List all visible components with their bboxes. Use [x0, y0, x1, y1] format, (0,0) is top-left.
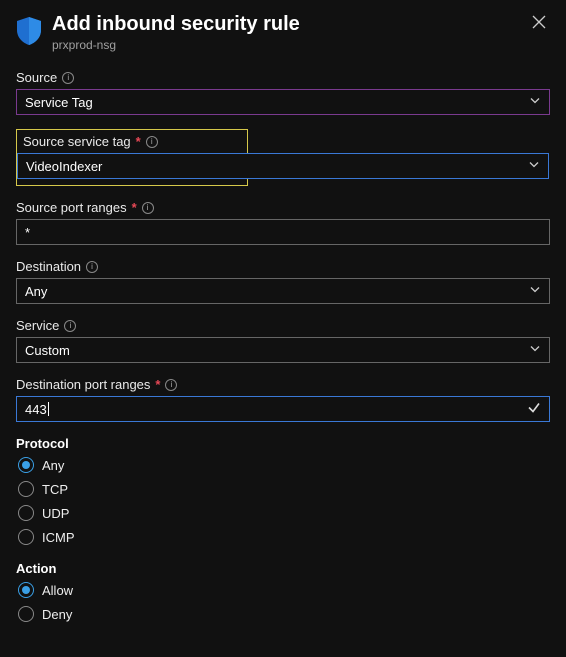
- check-icon: [527, 401, 541, 418]
- radio-label: UDP: [42, 506, 69, 521]
- field-source-port-ranges: Source port ranges * i *: [16, 200, 550, 245]
- panel-subtitle: prxprod-nsg: [52, 38, 518, 52]
- field-service-tag: Source service tag * i VideoIndexer: [16, 129, 550, 186]
- radio-label: Allow: [42, 583, 73, 598]
- radio-label: ICMP: [42, 530, 75, 545]
- radio-circle-icon: [18, 457, 34, 473]
- action-radio-deny[interactable]: Deny: [18, 606, 550, 622]
- field-destination: Destination i Any: [16, 259, 550, 304]
- protocol-radio-any[interactable]: Any: [18, 457, 550, 473]
- radio-label: Any: [42, 458, 64, 473]
- protocol-radio-udp[interactable]: UDP: [18, 505, 550, 521]
- panel-header: Add inbound security rule prxprod-nsg: [16, 12, 550, 52]
- info-icon[interactable]: i: [142, 202, 154, 214]
- info-icon[interactable]: i: [165, 379, 177, 391]
- required-marker: *: [155, 377, 160, 392]
- label-source: Source: [16, 70, 57, 85]
- panel-title: Add inbound security rule: [52, 12, 518, 36]
- section-action: Action Allow Deny: [16, 561, 550, 622]
- highlight-box: Source service tag * i VideoIndexer: [16, 129, 248, 186]
- protocol-radio-group: Any TCP UDP ICMP: [16, 457, 550, 545]
- destination-select[interactable]: Any: [16, 278, 550, 304]
- label-protocol: Protocol: [16, 436, 550, 451]
- label-dest-port-ranges: Destination port ranges: [16, 377, 150, 392]
- label-service: Service: [16, 318, 59, 333]
- chevron-down-icon: [529, 95, 541, 110]
- chevron-down-icon: [529, 284, 541, 299]
- chevron-down-icon: [529, 343, 541, 358]
- protocol-radio-tcp[interactable]: TCP: [18, 481, 550, 497]
- section-protocol: Protocol Any TCP UDP ICMP: [16, 436, 550, 545]
- chevron-down-icon: [528, 159, 540, 174]
- radio-circle-icon: [18, 505, 34, 521]
- dest-port-ranges-value: 443: [25, 402, 47, 417]
- field-dest-port-ranges: Destination port ranges * i 443: [16, 377, 550, 422]
- service-tag-value: VideoIndexer: [26, 159, 102, 174]
- service-tag-select[interactable]: VideoIndexer: [17, 153, 549, 179]
- field-source: Source i Service Tag: [16, 70, 550, 115]
- source-port-ranges-input[interactable]: *: [16, 219, 550, 245]
- action-radio-group: Allow Deny: [16, 582, 550, 622]
- radio-circle-icon: [18, 481, 34, 497]
- text-caret: [48, 402, 49, 416]
- source-port-ranges-value: *: [25, 225, 30, 240]
- source-select[interactable]: Service Tag: [16, 89, 550, 115]
- label-action: Action: [16, 561, 550, 576]
- shield-icon: [16, 16, 42, 49]
- radio-circle-icon: [18, 582, 34, 598]
- close-icon[interactable]: [528, 12, 550, 34]
- radio-circle-icon: [18, 606, 34, 622]
- radio-circle-icon: [18, 529, 34, 545]
- info-icon[interactable]: i: [62, 72, 74, 84]
- info-icon[interactable]: i: [86, 261, 98, 273]
- protocol-radio-icmp[interactable]: ICMP: [18, 529, 550, 545]
- info-icon[interactable]: i: [146, 136, 158, 148]
- radio-label: Deny: [42, 607, 72, 622]
- destination-value: Any: [25, 284, 47, 299]
- info-icon[interactable]: i: [64, 320, 76, 332]
- radio-label: TCP: [42, 482, 68, 497]
- source-select-value: Service Tag: [25, 95, 93, 110]
- service-value: Custom: [25, 343, 70, 358]
- label-source-port-ranges: Source port ranges: [16, 200, 127, 215]
- service-select[interactable]: Custom: [16, 337, 550, 363]
- action-radio-allow[interactable]: Allow: [18, 582, 550, 598]
- required-marker: *: [136, 134, 141, 149]
- label-service-tag: Source service tag: [23, 134, 131, 149]
- dest-port-ranges-input[interactable]: 443: [16, 396, 550, 422]
- label-destination: Destination: [16, 259, 81, 274]
- required-marker: *: [132, 200, 137, 215]
- add-inbound-rule-panel: Add inbound security rule prxprod-nsg So…: [0, 0, 566, 654]
- field-service: Service i Custom: [16, 318, 550, 363]
